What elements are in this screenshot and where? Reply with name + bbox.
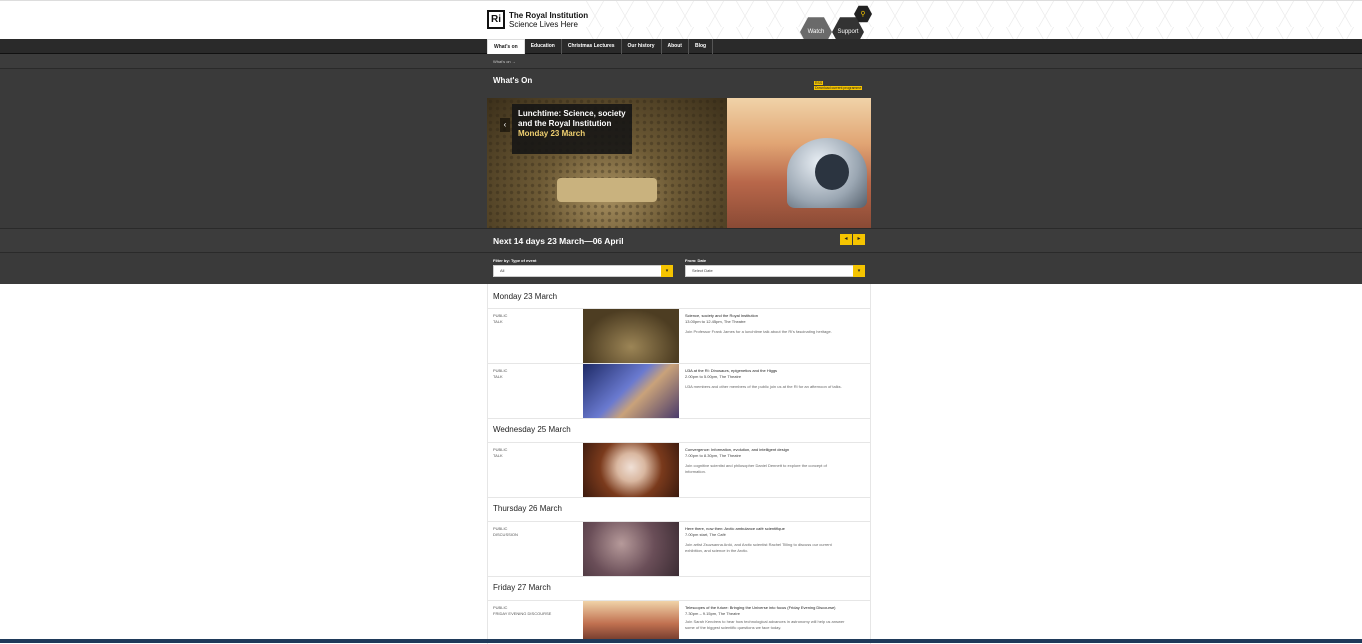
- day-heading: Monday 23 March: [493, 292, 558, 301]
- event-thumbnail[interactable]: [583, 364, 679, 418]
- date-filter-value: Select Date: [692, 268, 713, 273]
- next-range-button[interactable]: ▸: [853, 234, 865, 245]
- page-title: What's On: [493, 76, 533, 85]
- telescope-opening-decoration: [815, 154, 849, 190]
- download-programme-link[interactable]: Download current programme: [814, 86, 863, 90]
- divider: [487, 308, 871, 309]
- event-description[interactable]: Telescopes of the future: Bringing the U…: [685, 605, 845, 631]
- nav-whats-on[interactable]: What's on: [487, 39, 525, 54]
- main-nav-bar: What's on Education Christmas Lectures O…: [0, 39, 1362, 54]
- event-time: 2.00pm to 5.00pm, The Theatre: [685, 374, 742, 379]
- hero-caption[interactable]: Lunchtime: Science, society and the Roya…: [512, 104, 632, 154]
- day-heading: Friday 27 March: [493, 583, 551, 592]
- top-header: [0, 0, 1362, 40]
- rss-link[interactable]: RSS: [814, 81, 824, 85]
- nav-our-history[interactable]: Our history: [622, 39, 662, 54]
- ri-logo[interactable]: Ri The Royal Institution Science Lives H…: [487, 10, 588, 29]
- date-filter-label: From: Date: [685, 258, 707, 263]
- ri-logo-mark: Ri: [487, 10, 505, 29]
- logo-line-2: Science Lives Here: [509, 19, 578, 29]
- divider: [487, 442, 871, 443]
- type-filter-select[interactable]: All ▾: [493, 265, 673, 277]
- event-thumbnail[interactable]: [583, 309, 679, 363]
- window-bottom-edge: [0, 639, 1362, 643]
- event-type: PUBLIC DISCUSSION: [493, 526, 518, 537]
- event-thumbnail[interactable]: [583, 443, 679, 497]
- nav-education[interactable]: Education: [525, 39, 562, 54]
- event-time: 7.00pm to 8.30pm, The Theatre: [685, 453, 742, 458]
- nav-blog[interactable]: Blog: [689, 39, 714, 54]
- divider: [487, 521, 871, 522]
- lecture-table-decoration: [557, 178, 657, 202]
- event-thumbnail[interactable]: [583, 601, 679, 639]
- hero-caption-title: Lunchtime: Science, society and the Roya…: [518, 109, 626, 128]
- ri-logo-text: The Royal Institution Science Lives Here: [509, 11, 588, 29]
- event-description[interactable]: Science, society and the Royal Instituti…: [685, 313, 845, 335]
- event-blurb: Join Sarah Kendrew to hear how technolog…: [685, 619, 845, 630]
- event-description[interactable]: Here there, now then: Arctic ambulance c…: [685, 526, 845, 554]
- date-range-bar: [0, 228, 1362, 253]
- event-blurb: Join Professor Frank James for a lunchti…: [685, 329, 832, 334]
- chevron-down-icon[interactable]: ▾: [853, 265, 865, 277]
- breadcrumb[interactable]: What's on →: [493, 59, 516, 64]
- event-type: PUBLIC TALK: [493, 447, 508, 458]
- divider: [487, 363, 871, 364]
- event-time: 7.30pm – 9.15pm, The Theatre: [685, 611, 740, 616]
- event-type: PUBLIC TALK: [493, 313, 508, 324]
- event-thumbnail[interactable]: [583, 522, 679, 576]
- divider: [487, 576, 871, 577]
- type-filter-value: All: [500, 268, 505, 273]
- hex-pattern-decoration: [580, 1, 1362, 40]
- event-description[interactable]: Convergence: Information, evolution, and…: [685, 447, 845, 475]
- event-time: 13.00pm to 12.45pm, The Theatre: [685, 319, 746, 324]
- breadcrumb-bar: [0, 54, 1362, 69]
- event-type: PUBLIC TALK: [493, 368, 508, 379]
- nav-christmas-lectures[interactable]: Christmas Lectures: [562, 39, 622, 54]
- date-filter-select[interactable]: Select Date ▾: [685, 265, 865, 277]
- logo-line-1: The Royal Institution: [509, 10, 589, 20]
- hero-image-telescope: [727, 98, 871, 228]
- divider: [487, 497, 871, 498]
- day-heading: Thursday 26 March: [493, 504, 562, 513]
- event-time: 7.00pm start, The Café: [685, 532, 726, 537]
- event-description[interactable]: U3A at the Ri: Dinosaurs, epigenetics an…: [685, 368, 845, 390]
- hero-caption-date: Monday 23 March: [518, 129, 586, 138]
- type-filter-label: Filter by: Type of event: [493, 258, 537, 263]
- divider: [487, 600, 871, 601]
- divider: [487, 418, 871, 419]
- hero-prev-arrow[interactable]: ‹: [500, 118, 510, 132]
- nav-about[interactable]: About: [662, 39, 689, 54]
- date-range-title: Next 14 days 23 March—06 April: [493, 236, 624, 246]
- main-nav: What's on Education Christmas Lectures O…: [487, 39, 714, 54]
- chevron-down-icon[interactable]: ▾: [661, 265, 673, 277]
- prev-range-button[interactable]: ◂: [840, 234, 852, 245]
- day-heading: Wednesday 25 March: [493, 425, 571, 434]
- event-blurb: Join artist Zsuzsanna Ardó, and Arctic s…: [685, 542, 832, 553]
- event-blurb: U3A members and other members of the pub…: [685, 384, 842, 389]
- event-blurb: Join cognitive scientist and philosopher…: [685, 463, 827, 474]
- event-type: PUBLIC FRIDAY EVENING DISCOURSE: [493, 605, 552, 616]
